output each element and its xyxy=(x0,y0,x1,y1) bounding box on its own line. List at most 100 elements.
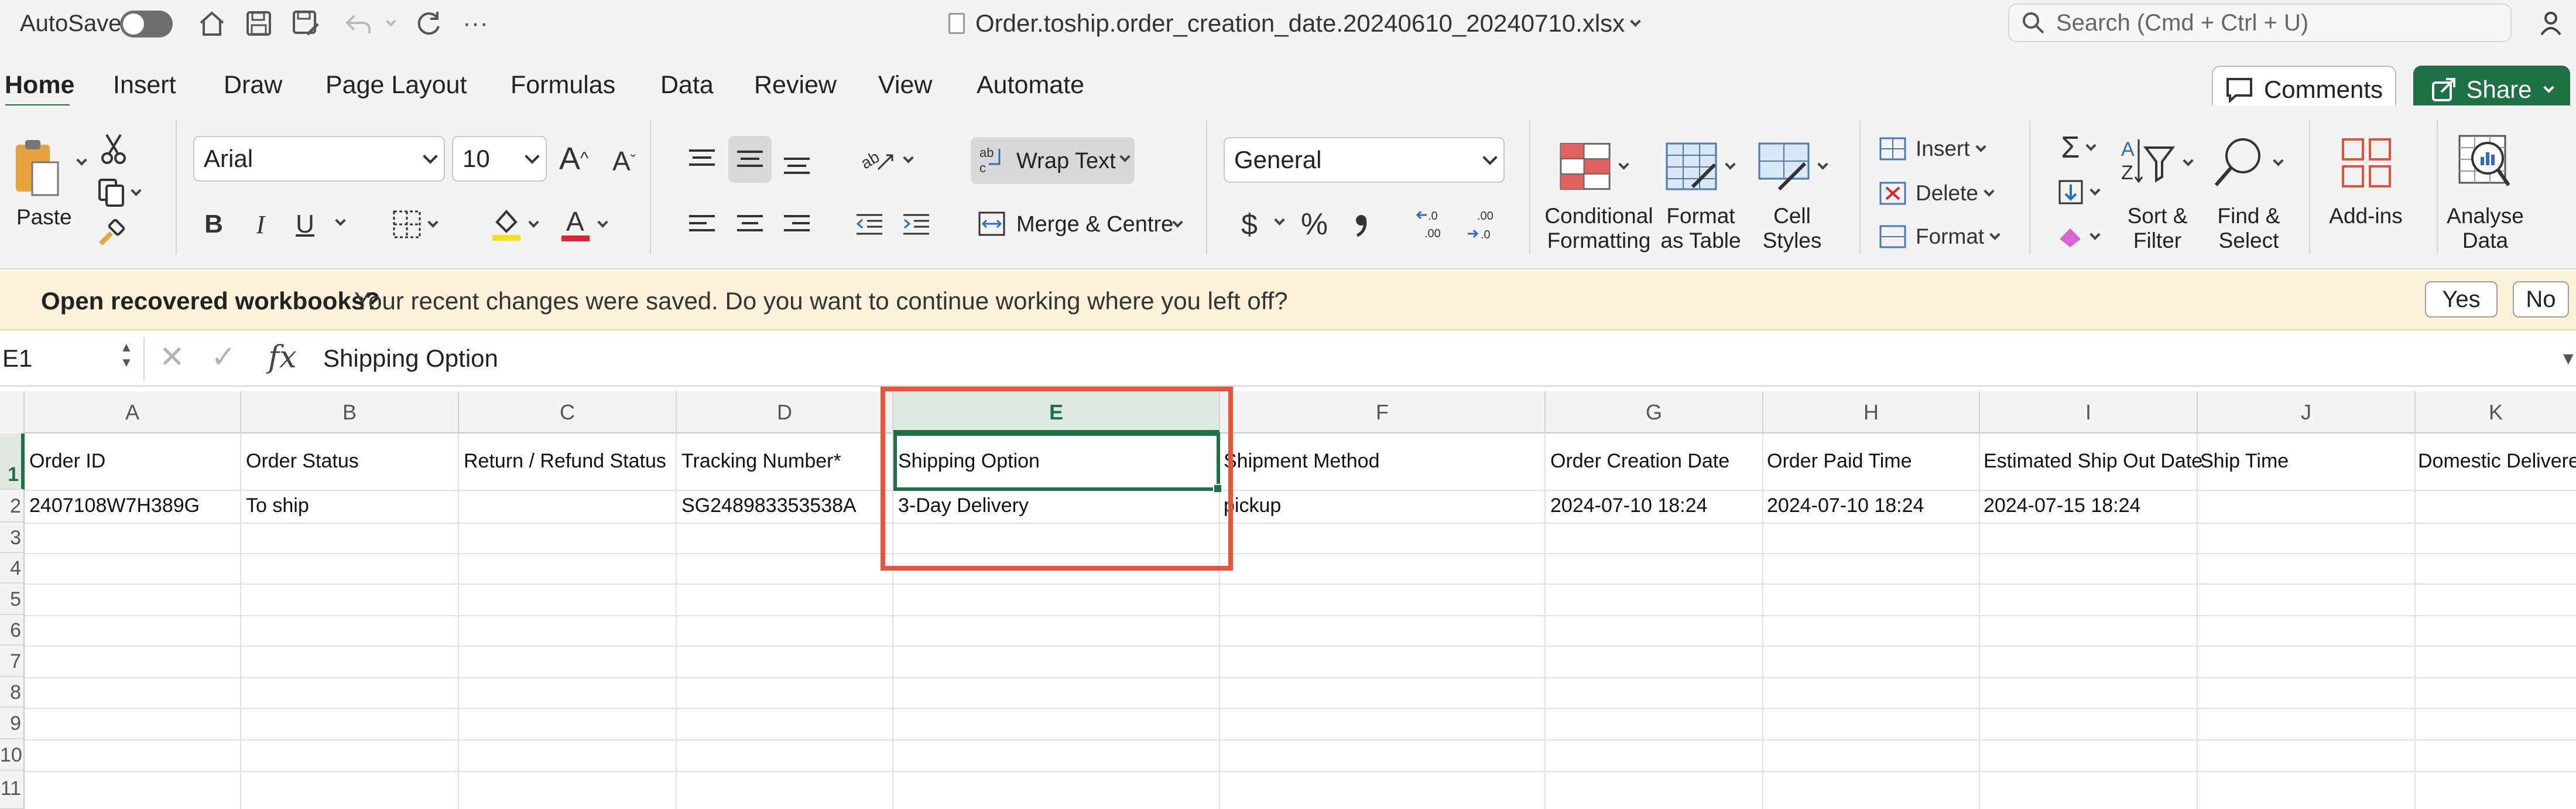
underline-button[interactable]: U xyxy=(290,205,320,244)
name-box[interactable]: E1 xyxy=(0,336,136,381)
account-icon[interactable] xyxy=(2535,6,2570,41)
copy-icon[interactable] xyxy=(95,176,142,210)
enter-icon[interactable]: ✓ xyxy=(211,340,237,375)
font-name-dropdown[interactable]: Arial xyxy=(193,136,445,182)
orientation-dropdown[interactable] xyxy=(896,151,914,169)
align-top-icon[interactable] xyxy=(681,138,722,179)
format-painter-icon[interactable] xyxy=(95,217,128,250)
row-header-11[interactable]: 11 xyxy=(0,771,25,809)
cell-a2[interactable]: 2407108W7H389G xyxy=(29,494,200,517)
column-header-k[interactable]: K xyxy=(2416,391,2576,433)
percent-button[interactable]: % xyxy=(1294,205,1335,244)
borders-button[interactable] xyxy=(382,206,446,243)
bold-button[interactable]: B xyxy=(199,205,228,244)
cell-h1[interactable]: Order Paid Time xyxy=(1767,450,1912,473)
cut-icon[interactable] xyxy=(97,132,130,165)
clear-button[interactable] xyxy=(2051,220,2104,253)
font-size-dropdown[interactable]: 10 xyxy=(452,136,547,182)
row-header-2[interactable]: 2 xyxy=(0,490,25,523)
cell-d1[interactable]: Tracking Number* xyxy=(681,450,841,473)
tab-data[interactable]: Data xyxy=(660,70,714,100)
redo-icon[interactable] xyxy=(410,5,447,42)
comma-style-icon[interactable] xyxy=(1347,205,1376,244)
fill-button[interactable] xyxy=(2051,176,2104,209)
font-color-button[interactable]: A xyxy=(550,205,615,244)
name-box-stepper-icon[interactable]: ▲ ▼ xyxy=(120,340,133,370)
paste-button[interactable] xyxy=(9,136,68,200)
cell-styles-button[interactable] xyxy=(1753,137,1829,196)
save-icon[interactable] xyxy=(240,5,278,42)
cell-i1[interactable]: Estimated Ship Out Date xyxy=(1984,450,2202,473)
tab-home[interactable]: Home xyxy=(5,70,74,100)
orientation-icon[interactable]: ab xyxy=(855,138,902,179)
autosum-button[interactable]: Σ xyxy=(2051,131,2104,165)
currency-button[interactable]: $ xyxy=(1232,205,1267,244)
italic-button[interactable]: I xyxy=(246,205,275,244)
cell-d2[interactable]: SG248983353538A xyxy=(681,494,857,517)
row-header-10[interactable]: 10 xyxy=(0,739,25,771)
no-button[interactable]: No xyxy=(2513,281,2569,318)
align-left-icon[interactable] xyxy=(681,205,722,244)
home-icon[interactable] xyxy=(193,5,231,42)
decrease-font-size-icon[interactable]: Aˇ xyxy=(607,141,642,182)
number-format-dropdown[interactable]: General xyxy=(1224,137,1505,183)
wrap-text-dropdown[interactable] xyxy=(1112,150,1131,168)
decrease-indent-icon[interactable] xyxy=(849,205,890,244)
row-header-4[interactable]: 4 xyxy=(0,553,25,583)
row-header-6[interactable]: 6 xyxy=(0,615,25,646)
tab-insert[interactable]: Insert xyxy=(113,70,176,100)
tab-automate[interactable]: Automate xyxy=(977,70,1084,100)
column-header-i[interactable]: I xyxy=(1980,391,2198,433)
merge-centre-icon[interactable] xyxy=(974,206,1009,241)
tab-page-layout[interactable]: Page Layout xyxy=(326,70,467,100)
cell-g2[interactable]: 2024-07-10 18:24 xyxy=(1550,494,1707,517)
tab-view[interactable]: View xyxy=(878,70,932,100)
add-ins-button[interactable] xyxy=(2337,134,2396,192)
insert-cells-button[interactable]: Insert xyxy=(1878,132,2007,165)
find-select-button[interactable] xyxy=(2208,134,2284,192)
expand-formula-bar-icon[interactable]: ▼ xyxy=(2560,349,2576,369)
insert-function-icon[interactable]: fx xyxy=(268,340,297,375)
cell-k1[interactable]: Domestic Delivered xyxy=(2418,450,2576,473)
row-header-9[interactable]: 9 xyxy=(0,708,25,739)
more-options-icon[interactable]: ··· xyxy=(457,5,494,42)
undo-icon[interactable] xyxy=(340,5,377,42)
cell-f1[interactable]: Shipment Method xyxy=(1224,450,1380,473)
row-header-5[interactable]: 5 xyxy=(0,583,25,615)
cell-c1[interactable]: Return / Refund Status xyxy=(464,450,666,473)
format-as-table-button[interactable] xyxy=(1660,137,1736,196)
column-header-b[interactable]: B xyxy=(241,391,459,433)
autosave-toggle[interactable] xyxy=(120,11,173,37)
tab-formulas[interactable]: Formulas xyxy=(511,70,615,100)
cell-g1[interactable]: Order Creation Date xyxy=(1550,450,1729,473)
sort-filter-button[interactable]: AZ xyxy=(2117,134,2194,192)
row-header-7[interactable]: 7 xyxy=(0,646,25,677)
tab-draw[interactable]: Draw xyxy=(224,70,282,100)
row-header-8[interactable]: 8 xyxy=(0,677,25,708)
search-input[interactable]: Search (Cmd + Ctrl + U) xyxy=(2008,4,2512,42)
cell-b2[interactable]: To ship xyxy=(246,494,309,517)
select-all-corner[interactable] xyxy=(0,391,25,433)
column-header-h[interactable]: H xyxy=(1763,391,1980,433)
cell-h2[interactable]: 2024-07-10 18:24 xyxy=(1767,494,1924,517)
merge-dropdown[interactable] xyxy=(1165,216,1183,233)
currency-dropdown[interactable] xyxy=(1267,213,1285,231)
yes-button[interactable]: Yes xyxy=(2425,281,2498,318)
tab-review[interactable]: Review xyxy=(754,70,837,100)
row-header-3[interactable]: 3 xyxy=(0,523,25,553)
column-header-g[interactable]: G xyxy=(1546,391,1763,433)
fill-color-button[interactable] xyxy=(481,205,546,244)
merge-centre-label[interactable]: Merge & Centre xyxy=(1016,212,1173,237)
align-center-icon[interactable] xyxy=(729,205,770,244)
paste-dropdown[interactable] xyxy=(69,153,87,171)
formula-input[interactable]: Shipping Option xyxy=(323,344,498,373)
cell-j1[interactable]: Ship Time xyxy=(2200,450,2289,473)
row-header-1[interactable]: 1 xyxy=(0,433,25,490)
column-header-j[interactable]: J xyxy=(2198,391,2416,433)
delete-cells-button[interactable]: Delete xyxy=(1878,177,2007,210)
increase-indent-icon[interactable] xyxy=(896,205,937,244)
format-cells-button[interactable]: Format xyxy=(1878,220,2007,253)
column-header-d[interactable]: D xyxy=(677,391,893,433)
undo-dropdown-icon[interactable] xyxy=(381,16,396,30)
file-title[interactable]: Order.toship.order_creation_date.2024061… xyxy=(948,6,1641,41)
